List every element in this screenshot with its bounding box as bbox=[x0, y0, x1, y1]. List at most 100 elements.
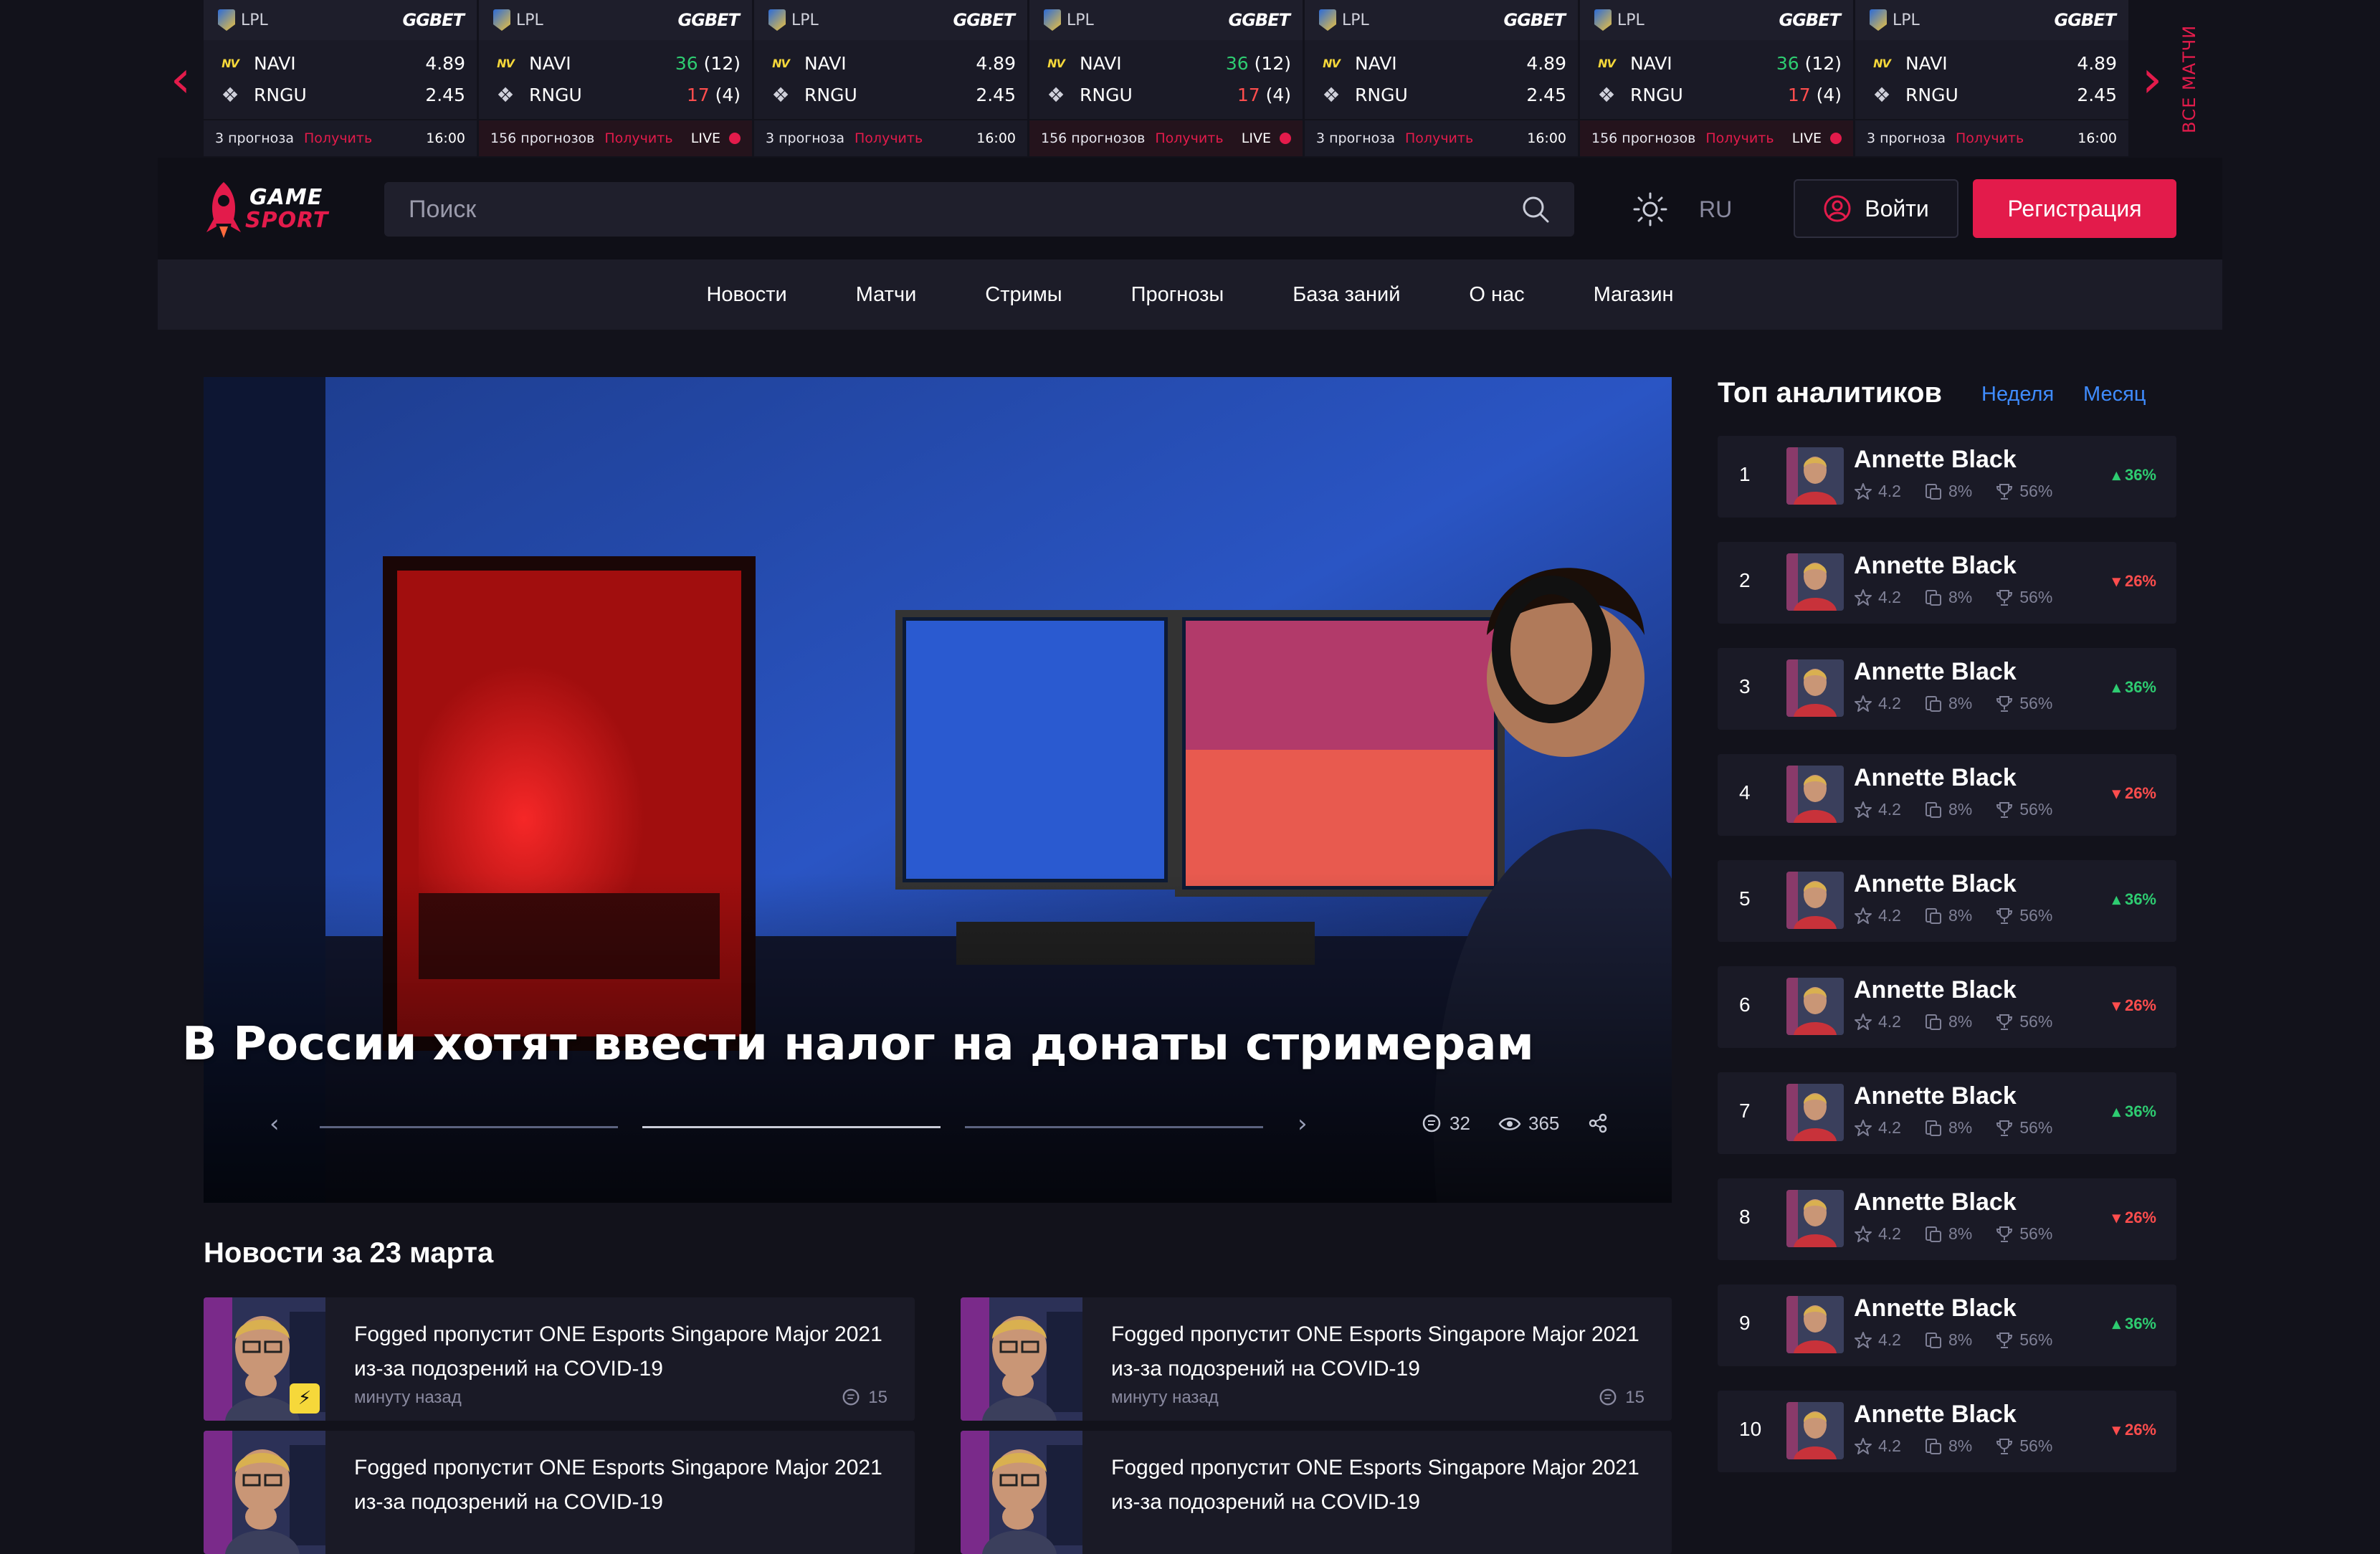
analyst-row[interactable]: 10 Annette Black 4.2 8% 56% ▾ 26% bbox=[1718, 1391, 2176, 1472]
match-card[interactable]: LPL GGBET NV NAVI 36 (12) ❖ RNGU 17 (4) 156 прог… bbox=[1580, 0, 1855, 156]
team1-odds[interactable]: 36 (12) bbox=[675, 53, 741, 74]
match-card[interactable]: LPL GGBET NV NAVI 4.89 ❖ RNGU 2.45 3 прогноза Пол… bbox=[754, 0, 1029, 156]
match-card[interactable]: LPL GGBET NV NAVI 36 (12) ❖ RNGU 17 (4) 156 прог… bbox=[479, 0, 753, 156]
bookmaker-logo[interactable]: GGBET bbox=[403, 10, 465, 30]
analyst-name[interactable]: Annette Black bbox=[1854, 976, 2017, 1004]
news-card[interactable]: Fogged пропустит ONE Esports Singapore M… bbox=[204, 1431, 915, 1554]
analyst-row[interactable]: 2 Annette Black 4.2 8% 56% ▾ 26% bbox=[1718, 542, 2176, 624]
hero-progress-bar[interactable] bbox=[965, 1126, 1263, 1128]
tab-month[interactable]: Месяц bbox=[2083, 383, 2146, 406]
get-forecast-link[interactable]: Получить bbox=[1705, 130, 1791, 146]
bookmaker-logo[interactable]: GGBET bbox=[1779, 10, 1841, 30]
nav-item-matches[interactable]: Матчи bbox=[822, 283, 951, 307]
get-forecast-link[interactable]: Получить bbox=[1405, 130, 1527, 146]
nav-item-streams[interactable]: Стримы bbox=[951, 283, 1096, 307]
news-card[interactable]: ⚡ Fogged пропустит ONE Esports Singapore … bbox=[204, 1297, 915, 1421]
match-card[interactable]: LPL GGBET NV NAVI 36 (12) ❖ RNGU 17 (4) 156 прог… bbox=[1029, 0, 1304, 156]
site-logo[interactable]: GAME SPORT bbox=[204, 179, 347, 239]
team2-odds[interactable]: 17 (4) bbox=[687, 85, 741, 105]
get-forecast-link[interactable]: Получить bbox=[1956, 130, 2077, 146]
match-card[interactable]: LPL GGBET NV NAVI 4.89 ❖ RNGU 2.45 3 прогноза Пол… bbox=[1855, 0, 2130, 156]
analyst-name[interactable]: Annette Black bbox=[1854, 1188, 2017, 1216]
analyst-row[interactable]: 4 Annette Black 4.2 8% 56% ▾ 26% bbox=[1718, 754, 2176, 836]
hero-progress-bar[interactable] bbox=[320, 1126, 618, 1128]
team2-odds[interactable]: 17 (4) bbox=[1788, 85, 1842, 105]
news-headline[interactable]: Fogged пропустит ONE Esports Singapore M… bbox=[1111, 1317, 1642, 1386]
nav-item-knowledge[interactable]: База заний bbox=[1258, 283, 1434, 307]
analyst-rating-value: 4.2 bbox=[1878, 482, 1901, 500]
all-matches-link[interactable]: ВСЕ МАТЧИ bbox=[2179, 14, 2222, 143]
bookmaker-logo[interactable]: GGBET bbox=[678, 10, 740, 30]
language-selector[interactable]: RU bbox=[1699, 191, 1749, 228]
team2-odds[interactable]: 2.45 bbox=[976, 85, 1016, 105]
analyst-row[interactable]: 5 Annette Black 4.2 8% 56% ▴ 36% bbox=[1718, 860, 2176, 942]
news-comments: 15 bbox=[841, 1388, 887, 1408]
team2-odds[interactable]: 2.45 bbox=[1526, 85, 1566, 105]
tab-week[interactable]: Неделя bbox=[1981, 383, 2054, 406]
analyst-rating-value: 4.2 bbox=[1878, 906, 1901, 925]
bookmaker-logo[interactable]: GGBET bbox=[2055, 10, 2116, 30]
analyst-name[interactable]: Annette Black bbox=[1854, 658, 2017, 686]
match-card[interactable]: LPL GGBET NV NAVI 4.89 ❖ RNGU 2.45 3 прогноза Пол… bbox=[204, 0, 478, 156]
search-icon[interactable] bbox=[1521, 195, 1550, 224]
analyst-winrate-value: 56% bbox=[2019, 1118, 2053, 1137]
nav-item-shop[interactable]: Магазин bbox=[1559, 283, 1708, 307]
team2-odds[interactable]: 2.45 bbox=[425, 85, 465, 105]
team1-odds[interactable]: 36 (12) bbox=[1776, 53, 1842, 74]
forecasts-count: 3 прогноза bbox=[766, 130, 845, 146]
register-button[interactable]: Регистрация bbox=[1973, 179, 2176, 238]
analyst-row[interactable]: 7 Annette Black 4.2 8% 56% ▴ 36% bbox=[1718, 1072, 2176, 1154]
analyst-winrate: 56% bbox=[1995, 1118, 2052, 1138]
news-headline[interactable]: Fogged пропустит ONE Esports Singapore M… bbox=[354, 1317, 885, 1386]
get-forecast-link[interactable]: Получить bbox=[304, 130, 426, 146]
team1-odds[interactable]: 4.89 bbox=[2077, 53, 2117, 74]
team1-odds[interactable]: 4.89 bbox=[425, 53, 465, 74]
hero-prev-button[interactable]: ‹ bbox=[270, 1110, 280, 1138]
analyst-row[interactable]: 8 Annette Black 4.2 8% 56% ▾ 26% bbox=[1718, 1178, 2176, 1260]
ticker-prev-button[interactable]: ‹ bbox=[159, 50, 202, 108]
analyst-name[interactable]: Annette Black bbox=[1854, 1401, 2017, 1429]
analyst-name[interactable]: Annette Black bbox=[1854, 552, 2017, 580]
hero-title[interactable]: В России хотят ввести налог на донаты ст… bbox=[182, 1018, 1534, 1071]
bookmaker-logo[interactable]: GGBET bbox=[1229, 10, 1290, 30]
team2-odds[interactable]: 17 (4) bbox=[1237, 85, 1291, 105]
nav-item-about[interactable]: О нас bbox=[1434, 283, 1558, 307]
analyst-name[interactable]: Annette Black bbox=[1854, 870, 2017, 898]
share-button[interactable] bbox=[1587, 1112, 1609, 1134]
team1-odds[interactable]: 36 (12) bbox=[1226, 53, 1291, 74]
login-button[interactable]: Войти bbox=[1794, 179, 1958, 238]
nav-item-news[interactable]: Новости bbox=[672, 283, 821, 307]
search-input[interactable] bbox=[384, 182, 1574, 237]
analyst-row[interactable]: 3 Annette Black 4.2 8% 56% ▴ 36% bbox=[1718, 648, 2176, 730]
analyst-name[interactable]: Annette Black bbox=[1854, 446, 2017, 474]
news-card[interactable]: Fogged пропустит ONE Esports Singapore M… bbox=[961, 1431, 1672, 1554]
team1-odds[interactable]: 4.89 bbox=[976, 53, 1016, 74]
get-forecast-link[interactable]: Получить bbox=[604, 130, 690, 146]
get-forecast-link[interactable]: Получить bbox=[855, 130, 976, 146]
match-card[interactable]: LPL GGBET NV NAVI 4.89 ❖ RNGU 2.45 3 прогноза Пол… bbox=[1305, 0, 1579, 156]
hero-comments-count: 32 bbox=[1450, 1112, 1470, 1134]
team2-odds[interactable]: 2.45 bbox=[2077, 85, 2117, 105]
analyst-name[interactable]: Annette Black bbox=[1854, 1295, 2017, 1322]
news-headline[interactable]: Fogged пропустит ONE Esports Singapore M… bbox=[354, 1451, 885, 1520]
analyst-name[interactable]: Annette Black bbox=[1854, 1082, 2017, 1110]
news-card[interactable]: Fogged пропустит ONE Esports Singapore M… bbox=[961, 1297, 1672, 1421]
hero-slider[interactable] bbox=[204, 377, 1672, 1203]
team1-odds[interactable]: 4.89 bbox=[1526, 53, 1566, 74]
analyst-rank: 9 bbox=[1739, 1312, 1751, 1334]
ticker-next-button[interactable]: › bbox=[2131, 50, 2174, 108]
analyst-row[interactable]: 6 Annette Black 4.2 8% 56% ▾ 26% bbox=[1718, 966, 2176, 1048]
hero-next-button[interactable]: › bbox=[1298, 1110, 1308, 1138]
match-card-header: LPL GGBET bbox=[1305, 0, 1578, 40]
get-forecast-link[interactable]: Получить bbox=[1155, 130, 1241, 146]
sun-icon[interactable] bbox=[1632, 191, 1669, 228]
analyst-row[interactable]: 9 Annette Black 4.2 8% 56% ▴ 36% bbox=[1718, 1284, 2176, 1366]
analyst-row[interactable]: 1 Annette Black 4.2 8% 56% ▴ 36% bbox=[1718, 436, 2176, 518]
analyst-name[interactable]: Annette Black bbox=[1854, 764, 2017, 792]
nav-item-forecasts[interactable]: Прогнозы bbox=[1097, 283, 1259, 307]
rngu-logo-icon: ❖ bbox=[1597, 82, 1616, 107]
bookmaker-logo[interactable]: GGBET bbox=[953, 10, 1015, 30]
bookmaker-logo[interactable]: GGBET bbox=[1504, 10, 1566, 30]
hero-progress-bar-active[interactable] bbox=[642, 1126, 941, 1128]
news-headline[interactable]: Fogged пропустит ONE Esports Singapore M… bbox=[1111, 1451, 1642, 1520]
